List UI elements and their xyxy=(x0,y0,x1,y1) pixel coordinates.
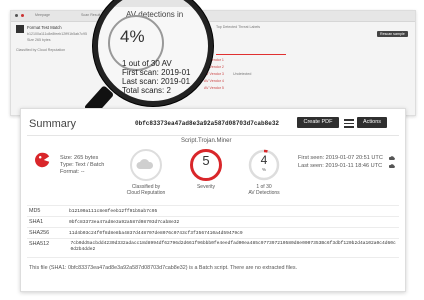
magnified-percent: 4% xyxy=(120,27,145,46)
av-row: AV Vendor 3 xyxy=(204,72,224,76)
file-format: Format: -- xyxy=(60,169,85,175)
magnified-last-scan: Last scan: 2019-01 xyxy=(122,77,191,86)
file-description: This file (SHA1: 0bfc83373ea47ad8e3a92a5… xyxy=(29,265,298,271)
preview-hash: b12100a111c8e8feeb12ff91b5ab7c95 xyxy=(27,32,87,36)
preview-classification: Classified by Cloud Reputation xyxy=(16,48,66,52)
av-row: AV Vendor 4 xyxy=(204,79,224,83)
window-dot-icon xyxy=(15,14,18,17)
magnified-toolbar xyxy=(98,0,208,7)
threat-avatar-icon xyxy=(35,152,50,168)
cloud-small-icon xyxy=(389,164,395,168)
cloud-icon xyxy=(136,159,154,169)
hash-value[interactable]: 7cb0dd5acbdd4230d332adacc18d8994df62796d… xyxy=(71,241,397,253)
menu-icon[interactable] xyxy=(343,117,355,129)
classified-source-label: Cloud Reputation xyxy=(126,190,166,196)
magnified-detection-count: 1 out of 30 AV xyxy=(122,59,172,68)
malware-name: Script.Trojan.Miner xyxy=(181,138,232,144)
magnified-first-scan: First scan: 2019-01 xyxy=(122,68,191,77)
av-detection-label: AV Detections xyxy=(248,190,280,196)
hash-key: MD5 xyxy=(29,208,41,214)
av-detection-value: 4 xyxy=(260,153,268,167)
preview-right-header: Top Detected Threat Labels xyxy=(216,25,261,29)
severity-label: Severity xyxy=(196,184,216,190)
header-divider xyxy=(27,135,399,136)
preview-size: Size 265 bytes xyxy=(27,38,51,42)
row-divider xyxy=(27,238,399,239)
rescan-button[interactable]: Rescan sample xyxy=(377,31,408,37)
file-icon xyxy=(16,25,24,33)
last-seen: Last seen: 2019-01-11 18:46 UTC xyxy=(298,163,383,169)
hash-key: SHA1 xyxy=(29,219,44,225)
preview-tab[interactable]: Meepage xyxy=(35,13,50,18)
row-divider xyxy=(27,227,399,228)
detection-bar xyxy=(216,54,286,55)
create-pdf-button[interactable]: Create PDF xyxy=(297,117,339,128)
av-row: AV Vendor 5 xyxy=(204,86,224,90)
hash-value[interactable]: 0bfc83373ea47ad8e3a92a587d08703d7cab8e32 xyxy=(69,220,179,225)
row-divider xyxy=(27,257,399,258)
window-dot-icon xyxy=(21,14,24,17)
hash-row-md5: MD5 b12100a111c8e8feeb12ff91b5ab7c95 xyxy=(29,208,157,214)
hash-value[interactable]: b12100a111c8e8feeb12ff91b5ab7c95 xyxy=(69,209,157,214)
hash-row-sha1: SHA1 0bfc83373ea47ad8e3a92a587d08703d7cab… xyxy=(29,219,179,225)
actions-button[interactable]: Actions xyxy=(357,117,387,128)
preview-tab[interactable]: Scan Result xyxy=(81,13,100,18)
preview-toolbar: Meepage Scan Result Overview xyxy=(11,11,415,22)
report-preview-card: Meepage Scan Result Overview Format Test… xyxy=(10,10,416,116)
summary-title: Summary xyxy=(29,118,77,130)
hash-key: SHA256 xyxy=(29,230,50,236)
row-divider xyxy=(27,205,399,206)
sample-hash: 0bfc83373ea47ad8e3a92a587d08703d7cab8e32 xyxy=(135,120,280,127)
hash-row-sha256: SHA256 11d4b03c24f0f8d8e8ba4837d448707de8… xyxy=(29,230,243,236)
magnified-total-scans: Total scans: 2 xyxy=(122,86,171,95)
severity-value: 5 xyxy=(202,153,210,168)
cloud-small-icon xyxy=(389,156,395,160)
file-type: Type: Text / Batch xyxy=(60,162,105,168)
av-status: Undetected xyxy=(233,72,252,76)
hash-key: SHA512 xyxy=(29,241,50,247)
summary-card: Summary 0bfc83373ea47ad8e3a92a587d08703d… xyxy=(20,108,406,292)
av-detection-unit: % xyxy=(261,167,266,172)
file-size: Size: 265 bytes xyxy=(60,155,99,161)
hash-value[interactable]: 11d4b03c24f0f8d8e8ba4837d448707de8076c07… xyxy=(69,231,243,236)
first-seen: First seen: 2019-01-07 20:51 UTC xyxy=(298,155,383,161)
hash-row-sha512: SHA512 7cb0dd5acbdd4230d332adacc18d8994d… xyxy=(29,241,397,253)
preview-title: Format Test Match xyxy=(27,25,62,30)
row-divider xyxy=(27,216,399,217)
